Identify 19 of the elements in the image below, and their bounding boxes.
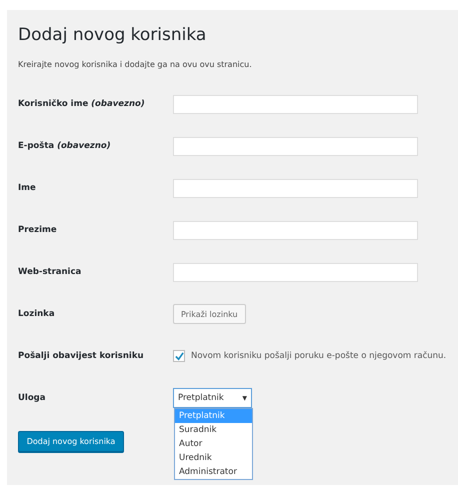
field-label: Korisničko ime (obavezno)	[18, 99, 146, 109]
text-field[interactable]	[173, 136, 418, 156]
show-password-button[interactable]: Prikaži lozinku	[173, 304, 246, 324]
page-title: Dodaj novog korisnika	[18, 24, 208, 46]
text-field[interactable]	[173, 262, 418, 282]
text-field[interactable]	[173, 178, 418, 198]
field-label: Prezime	[18, 225, 58, 235]
description: Kreirajte novog korisnika i dodajte ga na ovu ovu stranicu.	[18, 60, 253, 69]
field-label: Lozinka	[18, 309, 56, 319]
field-label: Uloga	[18, 393, 46, 403]
field-label: Web-stranica	[18, 267, 82, 277]
field-label: E-pošta (obavezno)	[18, 141, 112, 151]
add-user-button[interactable]: Dodaj novog korisnika	[18, 431, 124, 452]
field-label: Ime	[18, 183, 37, 193]
text-field[interactable]	[173, 94, 418, 114]
text-field[interactable]	[173, 220, 418, 240]
field-label: Pošalji obavijest korisniku	[18, 351, 145, 361]
checkbox[interactable]	[173, 350, 185, 362]
checkbox-label: Novom korisniku pošalji poruku e-pošte o njegovom računu.	[191, 351, 446, 361]
